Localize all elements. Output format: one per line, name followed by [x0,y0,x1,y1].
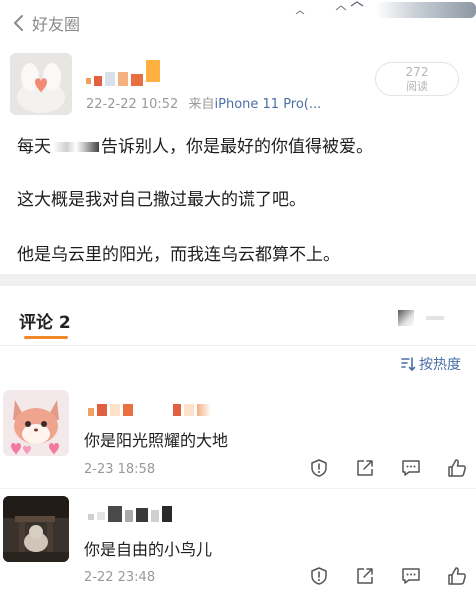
comment-icon [402,460,420,476]
username-redacted [86,60,160,86]
share-button[interactable] [354,565,376,587]
back-label: 好友圈 [32,15,81,34]
share-icon [357,460,373,476]
avatar[interactable] [10,53,72,115]
post-text-line-2: 这大概是我对自己撒过最大的谎了吧。 [17,190,306,210]
comment-actions [308,565,468,587]
sort-by-hot-button[interactable]: 按热度 [400,354,461,374]
divider [0,488,476,489]
share-icon [357,568,373,584]
post-date: 22-2-22 10:52 [86,97,179,112]
post-source-prefix: 来自 [188,97,215,112]
comment-actions [308,457,468,479]
section-divider [0,274,476,286]
comment-time: 2-23 18:58 [84,462,156,477]
thumbs-up-icon [448,459,466,477]
share-button[interactable] [354,457,376,479]
shield-exclamation-icon [311,567,327,585]
comments-header: 评论 2 [0,286,476,346]
decorative-banner-image [295,1,476,18]
report-button[interactable] [308,457,330,479]
reply-button[interactable] [400,565,422,587]
comment-time: 2-22 23:48 [84,570,156,585]
views-badge: 272 阅读 [375,62,459,96]
top-bar: 好友圈 [0,0,476,46]
thumbs-up-icon [448,567,466,585]
comment-icon [402,568,420,584]
post-text-line-1: 每天 告诉别人，你是最好的你值得被爱。 [17,132,373,157]
report-button[interactable] [308,565,330,587]
tab-comments[interactable]: 评论 2 [19,308,71,333]
back-button[interactable]: 好友圈 [10,11,80,35]
commenter-name-redacted [88,404,211,416]
sort-label: 按热度 [419,357,461,373]
post-text-line-1-start: 每天 [17,137,51,157]
shield-exclamation-icon [311,459,327,477]
views-label: 阅读 [406,80,428,93]
redacted-tab-label [398,310,444,326]
post-text-line-1-end: 告诉别人，你是最好的你值得被爱。 [101,137,373,157]
tab-underline [24,336,68,339]
comment-item: 你是阳光照耀的大地 2-23 18:58 [0,390,476,489]
chevron-left-icon [14,15,23,31]
comment-text: 你是阳光照耀的大地 [84,431,229,450]
reply-button[interactable] [400,457,422,479]
comment-text: 你是自由的小鸟儿 [84,540,213,559]
post-source[interactable]: iPhone 11 Pro(... [215,97,322,112]
sort-icon [401,357,416,371]
redacted-text [53,142,99,152]
avatar[interactable] [3,390,69,456]
views-count: 272 [405,65,429,79]
post-meta: 22-2-22 10:52 来自iPhone 11 Pro(... [86,93,321,112]
like-button[interactable] [446,457,468,479]
comment-item: 你是自由的小鸟儿 2-22 23:48 [0,496,476,596]
commenter-name-redacted [88,506,172,522]
post-text-line-3: 他是乌云里的阳光，而我连乌云都算不上。 [17,245,340,265]
like-button[interactable] [446,565,468,587]
avatar[interactable] [3,496,69,562]
